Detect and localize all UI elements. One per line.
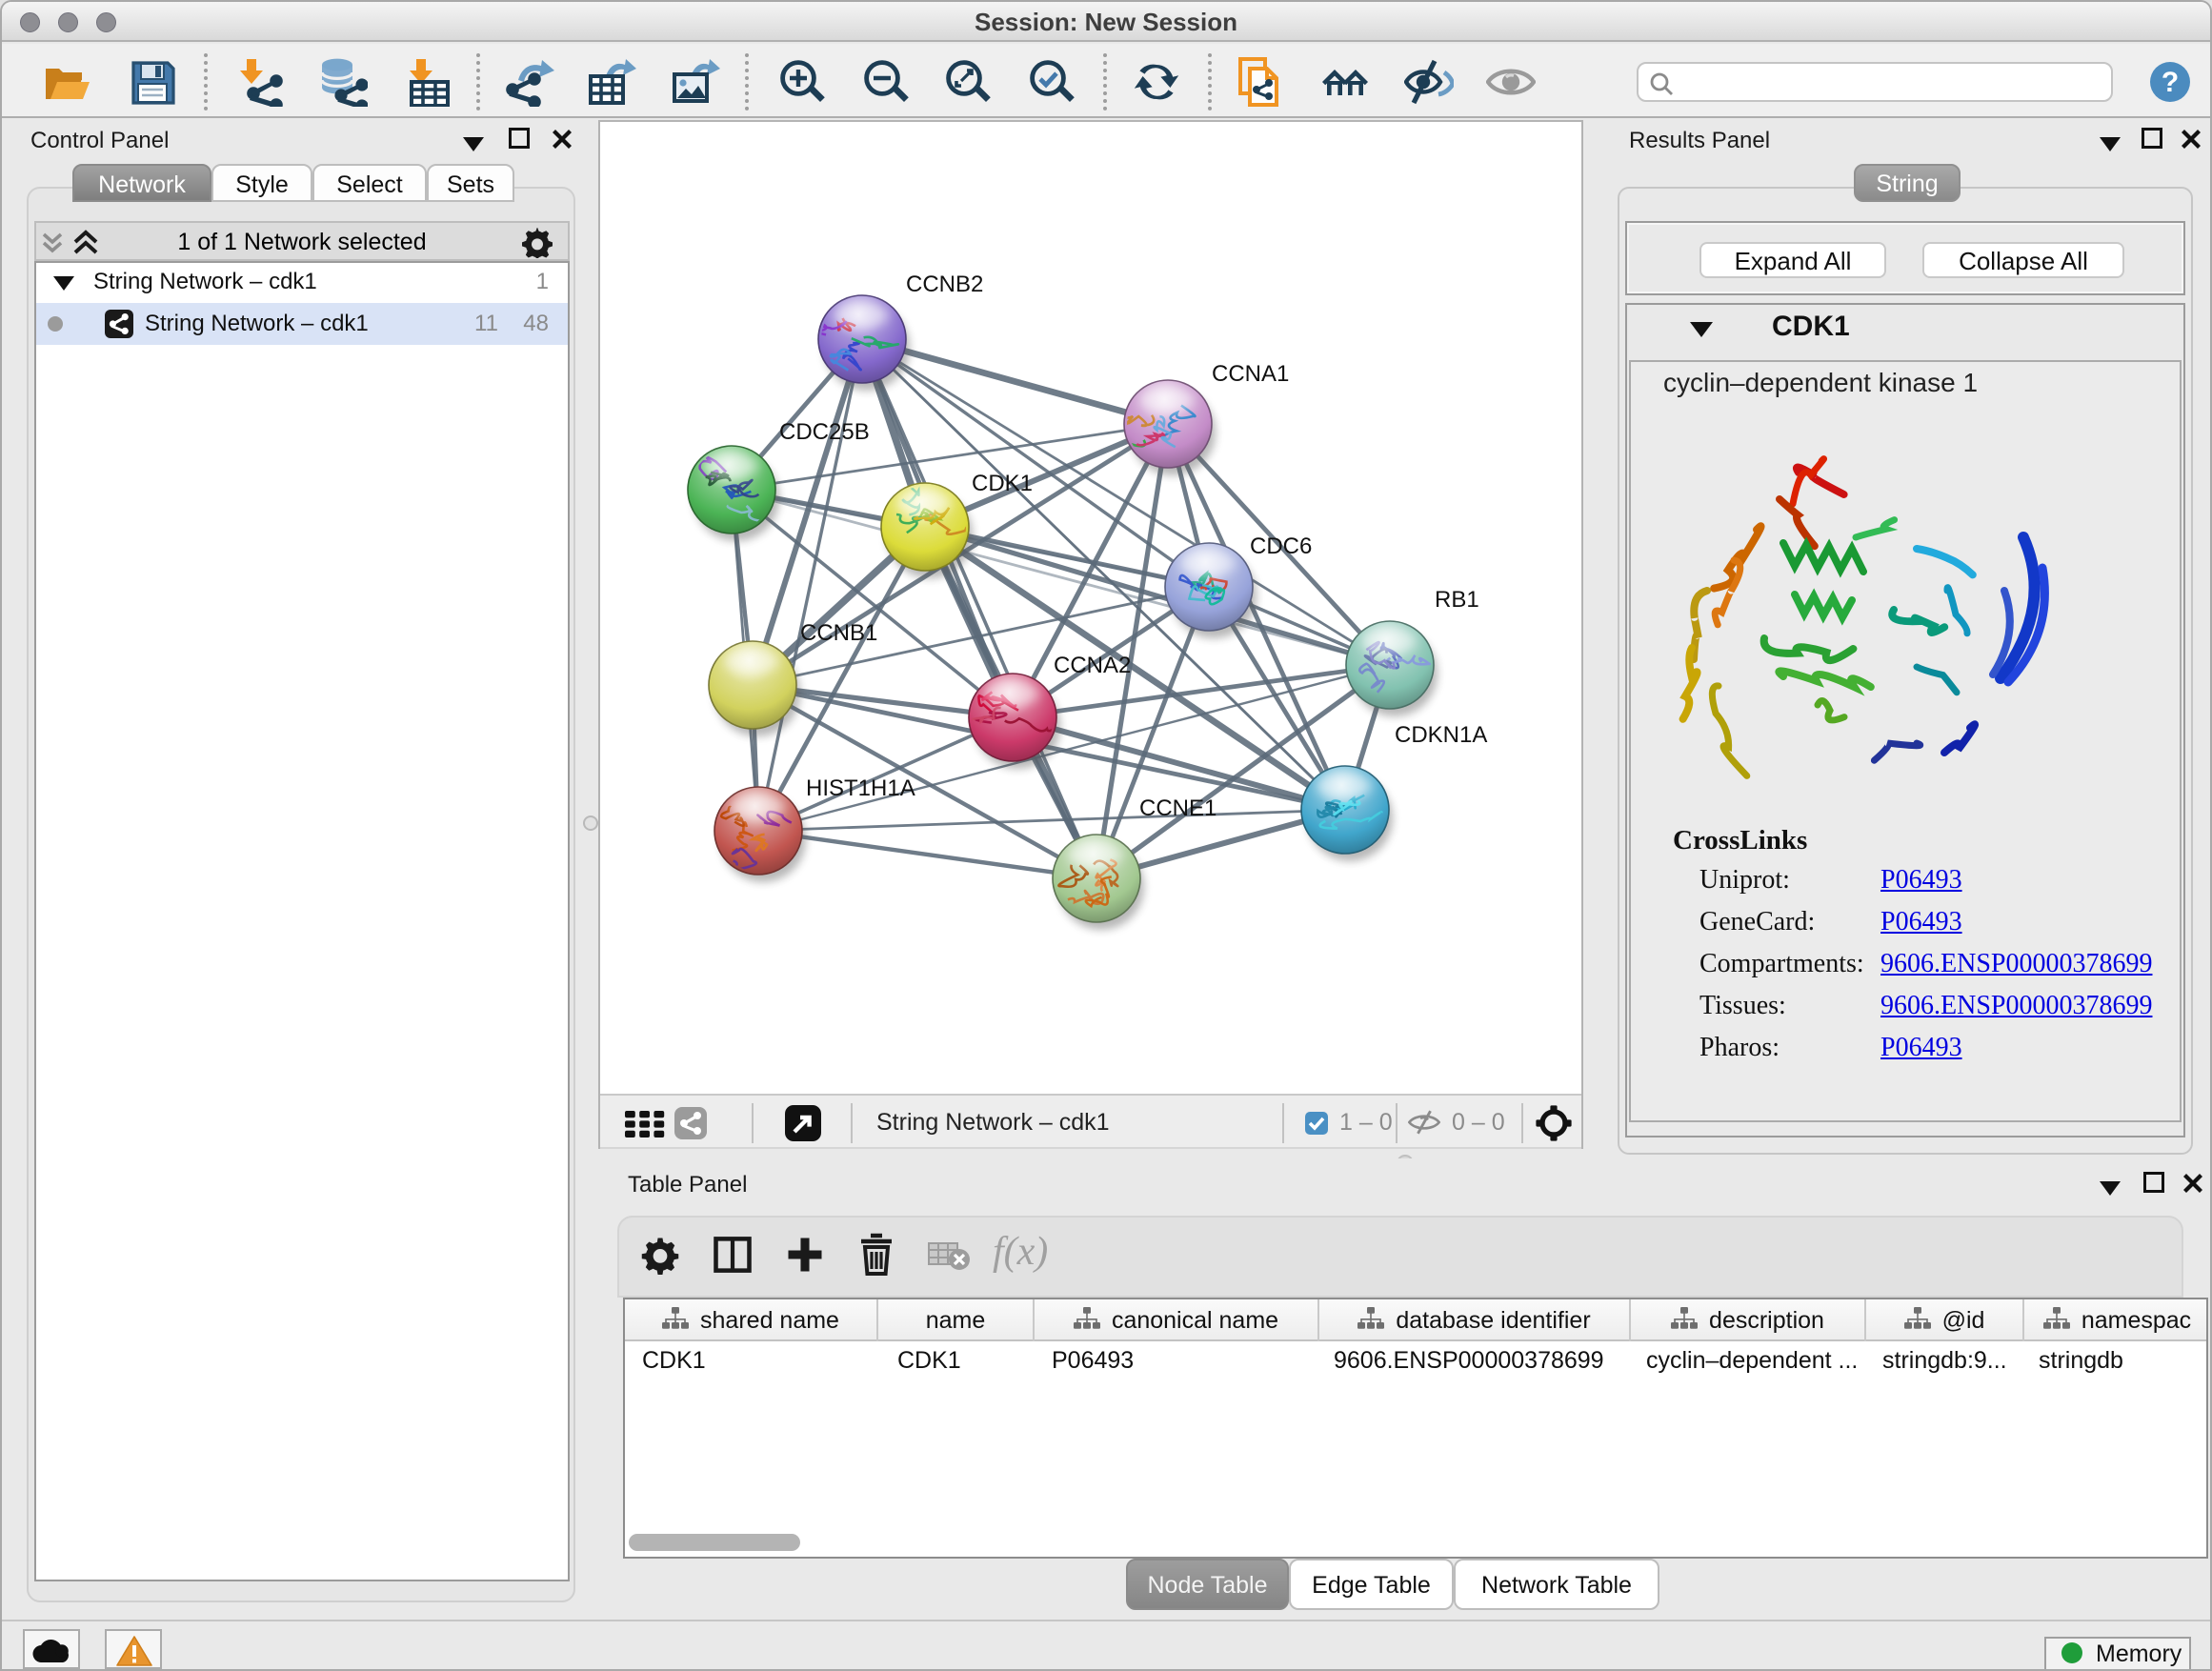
- svg-text:CCNA2: CCNA2: [1054, 653, 1131, 678]
- svg-text:CDC25B: CDC25B: [779, 419, 870, 445]
- svg-text:HIST1H1A: HIST1H1A: [806, 775, 915, 801]
- svg-text:CDK1: CDK1: [972, 471, 1033, 496]
- svg-text:CCNB2: CCNB2: [906, 272, 983, 297]
- svg-text:CDC6: CDC6: [1250, 534, 1312, 559]
- svg-text:RB1: RB1: [1435, 587, 1479, 613]
- svg-text:CCNE1: CCNE1: [1139, 795, 1217, 821]
- svg-text:?: ?: [2162, 67, 2179, 98]
- svg-text:CCNB1: CCNB1: [800, 620, 877, 646]
- svg-text:CDKN1A: CDKN1A: [1395, 722, 1487, 748]
- svg-text:CCNA1: CCNA1: [1212, 361, 1289, 387]
